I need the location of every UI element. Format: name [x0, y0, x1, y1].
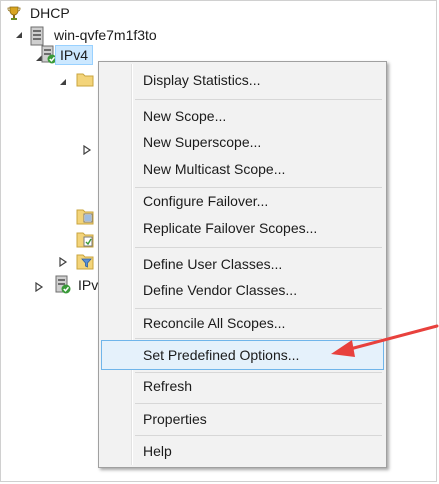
server-options-icon: [76, 209, 94, 225]
menu-item-new-multicast-scope[interactable]: New Multicast Scope...: [101, 154, 384, 184]
ipv6-server-check-icon: [55, 275, 71, 294]
filters-icon: [76, 254, 94, 270]
menu-item-define-vendor-classes[interactable]: Define Vendor Classes...: [101, 275, 384, 305]
menu-item-reconcile-all-scopes[interactable]: Reconcile All Scopes...: [101, 308, 384, 338]
dhcp-trophy-icon: [7, 6, 21, 20]
tree-root-label[interactable]: DHCP: [30, 4, 70, 22]
menu-separator: [135, 247, 382, 248]
server-icon: [30, 26, 44, 46]
menu-item-set-predefined-options[interactable]: Set Predefined Options...: [101, 340, 384, 370]
menu-item-display-statistics[interactable]: Display Statistics...: [101, 65, 384, 95]
expand-chevron-icon[interactable]: [82, 145, 92, 155]
expand-chevron-icon[interactable]: [58, 257, 68, 267]
context-menu: Display Statistics... New Scope... New S…: [98, 61, 387, 468]
policies-icon: [76, 232, 94, 248]
collapse-chevron-icon[interactable]: [14, 30, 24, 40]
menu-item-help[interactable]: Help: [101, 436, 384, 466]
menu-item-configure-failover[interactable]: Configure Failover...: [101, 186, 384, 216]
menu-separator: [135, 99, 382, 100]
tree-server-label[interactable]: win-qvfe7m1f3to: [54, 26, 157, 44]
menu-item-replicate-failover-scopes[interactable]: Replicate Failover Scopes...: [101, 213, 384, 243]
expand-chevron-icon[interactable]: [34, 282, 44, 292]
menu-item-refresh[interactable]: Refresh: [101, 371, 384, 401]
tree-ipv4-label[interactable]: IPv4: [55, 45, 94, 65]
folder-icon: [76, 73, 94, 87]
collapse-chevron-icon[interactable]: [58, 77, 68, 87]
tree-ipv6-label[interactable]: IPv: [78, 276, 98, 294]
menu-separator: [135, 338, 382, 339]
menu-item-properties[interactable]: Properties: [101, 404, 384, 434]
menu-item-new-superscope[interactable]: New Superscope...: [101, 127, 384, 157]
